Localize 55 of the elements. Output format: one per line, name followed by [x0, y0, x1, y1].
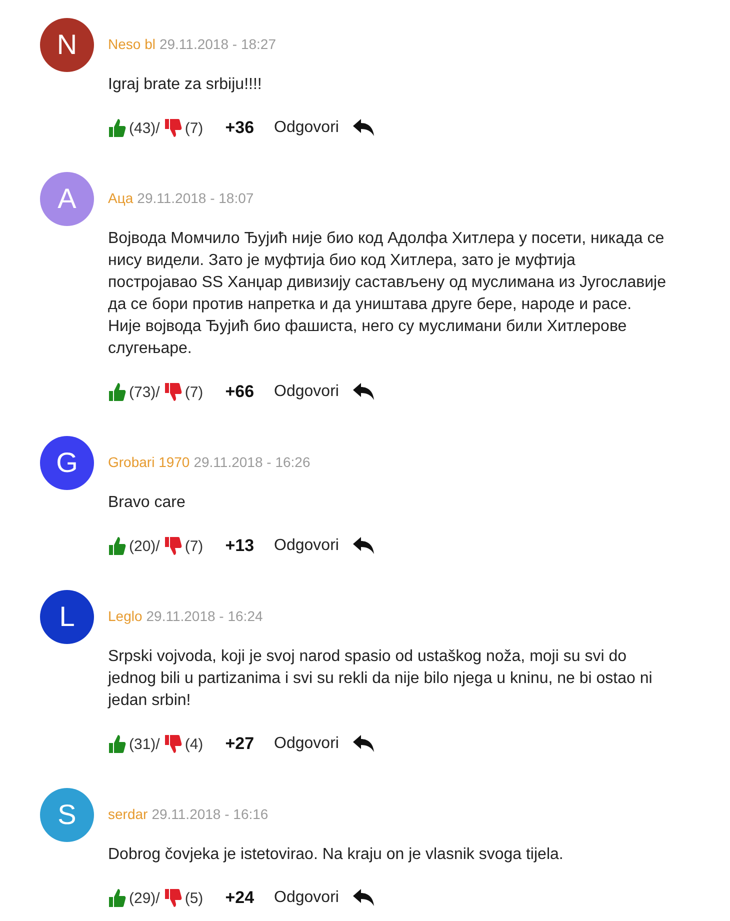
reply-arrow-icon[interactable]: [352, 383, 375, 401]
thumbs-up-icon[interactable]: [108, 536, 126, 556]
like-count: (20)/: [129, 538, 160, 554]
comment-date: 29.11.2018 - 16:16: [152, 806, 268, 822]
comment-text: Srpski vojvoda, koji je svoj narod spasio od ustaškog noža, moji su svi do jednog bili u partizanima i svi su rekli da nije bilo njega u kninu, ne bi ostao ni jedan srbin!: [108, 647, 654, 711]
reply-link[interactable]: Odgovori: [274, 537, 339, 555]
comment-text: Војвода Момчило Ђујић није био код Адолфа Хитлера у посети, никада се нису видели. Зато је муфтија био код Хитлера, зато је муфтија постројавао SS Ханџар дивизију састављену од муслимана из Југославије да се бори против напретка и да уништава друге бере, народе и расе. Није војвода Ђујић био фашиста, него су муслимани били Хитлерове слугењаре.: [108, 229, 667, 359]
comment-date: 29.11.2018 - 18:27: [159, 36, 276, 52]
author-name: serdar: [108, 806, 148, 822]
dislike-count: (7): [184, 384, 204, 400]
thumbs-down-icon[interactable]: [164, 382, 182, 402]
like-count: (31)/: [129, 736, 160, 752]
comment-text: Igraj brate za srbiju!!!!: [108, 75, 263, 95]
comment-date: 29.11.2018 - 16:24: [146, 608, 263, 624]
like-count: (29)/: [129, 890, 160, 906]
like-count: (73)/: [129, 384, 160, 400]
author-name: Аца: [108, 190, 134, 206]
avatar: S: [40, 788, 94, 842]
thumbs-down-icon[interactable]: [164, 118, 182, 138]
vote-score: +66: [225, 382, 254, 402]
dislike-count: (7): [184, 120, 204, 136]
reply-link[interactable]: Odgovori: [274, 889, 339, 907]
dislike-count: (7): [184, 538, 204, 554]
comment-text: Dobrog čovjeka je istetovirao. Na kraju on je vlasnik svoga tijela.: [108, 845, 564, 865]
dislike-count: (4): [184, 736, 204, 752]
reply-link[interactable]: Odgovori: [274, 119, 339, 137]
reply-arrow-icon[interactable]: [352, 537, 375, 555]
reply-arrow-icon[interactable]: [352, 889, 375, 907]
comment-date: 29.11.2018 - 16:26: [194, 454, 310, 470]
comment-text: Bravo care: [108, 493, 186, 513]
avatar: А: [40, 172, 94, 226]
vote-score: +13: [225, 536, 254, 556]
thumbs-down-icon[interactable]: [164, 888, 182, 908]
vote-score: +27: [225, 734, 254, 754]
reply-arrow-icon[interactable]: [352, 119, 375, 137]
thumbs-up-icon[interactable]: [108, 118, 126, 138]
thumbs-down-icon[interactable]: [164, 536, 182, 556]
thumbs-down-icon[interactable]: [164, 734, 182, 754]
reply-arrow-icon[interactable]: [352, 735, 375, 753]
reply-link[interactable]: Odgovori: [274, 383, 339, 401]
avatar: N: [40, 18, 94, 72]
vote-score: +36: [225, 118, 254, 138]
vote-score: +24: [225, 888, 254, 908]
author-name: Grobari 1970: [108, 454, 190, 470]
thumbs-up-icon[interactable]: [108, 734, 126, 754]
author-name: Leglo: [108, 608, 142, 624]
avatar: L: [40, 590, 94, 644]
like-count: (43)/: [129, 120, 160, 136]
thumbs-up-icon[interactable]: [108, 382, 126, 402]
comment-date: 29.11.2018 - 18:07: [137, 190, 254, 206]
author-name: Neso bl: [108, 36, 156, 52]
dislike-count: (5): [184, 890, 204, 906]
thumbs-up-icon[interactable]: [108, 888, 126, 908]
reply-link[interactable]: Odgovori: [274, 735, 339, 753]
avatar: G: [40, 436, 94, 490]
